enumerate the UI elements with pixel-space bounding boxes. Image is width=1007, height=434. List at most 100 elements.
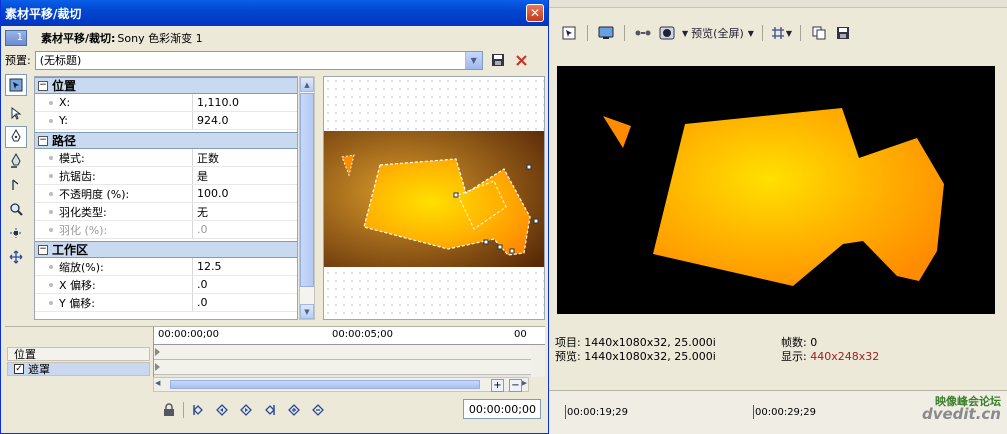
sync-cursor-button[interactable] xyxy=(159,400,179,420)
overlay-grid-icon[interactable]: ▼ xyxy=(771,23,792,43)
next-keyframe-button[interactable] xyxy=(236,400,256,420)
property-value[interactable]: .0 xyxy=(193,276,297,293)
category-path[interactable]: − 路径 xyxy=(35,132,297,149)
split-screen-icon[interactable] xyxy=(633,23,653,43)
preview-mode-dropdown[interactable]: ▼ 预览(全屏) ▼ xyxy=(681,23,754,43)
save-preset-button[interactable] xyxy=(489,51,507,69)
property-value[interactable]: 正数 xyxy=(193,149,297,166)
lock-icon xyxy=(164,403,174,416)
anchor-creation-tool[interactable] xyxy=(5,126,27,148)
scroll-down-icon[interactable]: ▼ xyxy=(300,304,314,319)
property-row-x-offset[interactable]: X 偏移: .0 xyxy=(35,276,297,294)
keyframe-tracks[interactable]: 00:00:00;00 00:00:05;00 00 xyxy=(153,327,545,377)
property-value[interactable]: 100.0 xyxy=(193,185,297,202)
close-button[interactable]: ✕ xyxy=(526,4,544,22)
category-position[interactable]: − 位置 xyxy=(35,77,297,94)
display-info: 显示: 440x248x32 xyxy=(781,350,879,364)
collapse-icon[interactable]: − xyxy=(38,244,48,255)
property-name: Y 偏移: xyxy=(35,294,193,311)
keyframe-vscroll[interactable] xyxy=(531,345,545,377)
category-workspace[interactable]: − 工作区 xyxy=(35,241,297,258)
property-value[interactable]: 是 xyxy=(193,167,297,184)
watermark: 映像峰会论坛 dvedit.cn xyxy=(922,395,1001,422)
title-bar[interactable]: 素材平移/裁切 xyxy=(1,0,548,26)
property-row-mode[interactable]: 模式: 正数 xyxy=(35,149,297,167)
track-label-position[interactable]: 位置 xyxy=(7,347,150,361)
show-properties-tool[interactable] xyxy=(5,74,27,96)
event-name: Sony 色彩渐变 1 xyxy=(117,32,203,45)
video-preview-window: ▼ 预览(全屏) ▼ ▼ 项目: 1440x1080x32, 25.000i 预… xyxy=(549,0,1007,434)
event-number-badge[interactable]: 1 xyxy=(5,30,27,46)
property-value[interactable]: 924.0 xyxy=(193,112,297,129)
delete-keyframe-button[interactable] xyxy=(308,400,328,420)
mask-enable-checkbox[interactable]: ✓ xyxy=(14,364,24,374)
property-value[interactable]: 12.5 xyxy=(193,258,297,275)
add-keyframe-button[interactable] xyxy=(284,400,304,420)
enable-snapping-tool[interactable] xyxy=(5,222,27,244)
track-label-mask[interactable]: ✓ 遮罩 xyxy=(7,362,150,376)
scroll-left-icon[interactable]: ◀ xyxy=(155,379,160,387)
copy-snapshot-icon[interactable] xyxy=(809,23,829,43)
main-timeline-ruler[interactable]: 00:00:19;29 00:00:29;29 映像峰会论坛 dvedit.cn xyxy=(549,390,1007,434)
ruler-label: 00:00:00;00 xyxy=(158,329,220,340)
category-label: 路径 xyxy=(52,134,77,148)
keyframe-ruler[interactable]: 00:00:00;00 00:00:05;00 00 xyxy=(154,327,545,345)
external-monitor-icon[interactable] xyxy=(596,23,616,43)
cursor-time-value: 00:00:00;00 xyxy=(468,402,536,416)
property-row-feather: 羽化 (%): .0 xyxy=(35,221,297,239)
last-keyframe-button[interactable] xyxy=(260,400,280,420)
collapse-icon[interactable]: − xyxy=(38,80,48,91)
mask-edit-canvas[interactable] xyxy=(323,76,545,320)
property-row-y[interactable]: Y: 924.0 xyxy=(35,112,297,130)
preset-value: (无标题) xyxy=(39,54,82,67)
preset-dropdown[interactable]: (无标题) ▼ xyxy=(34,50,483,70)
save-snapshot-icon[interactable] xyxy=(833,23,853,43)
first-keyframe-button[interactable] xyxy=(188,400,208,420)
zoom-tool[interactable] xyxy=(5,198,27,220)
ruler-label: 00 xyxy=(514,329,527,340)
keyframe-marker-icon[interactable] xyxy=(154,345,164,359)
collapse-icon[interactable]: − xyxy=(38,135,48,146)
property-name: 羽化类型: xyxy=(35,203,193,220)
scroll-thumb[interactable] xyxy=(300,93,314,287)
cursor-time-field[interactable]: 00:00:00;00 xyxy=(463,399,541,419)
keyframe-hscroll[interactable]: ◀ ▶ xyxy=(153,377,529,392)
toolbar-separator xyxy=(587,25,588,41)
delete-preset-button[interactable] xyxy=(513,51,531,69)
delete-keyframe-icon xyxy=(312,404,324,416)
property-value[interactable]: .0 xyxy=(193,294,297,311)
track-label-text: 遮罩 xyxy=(28,363,50,376)
snapping-icon xyxy=(10,228,22,238)
keyframe-track-labels: 位置 ✓ 遮罩 xyxy=(7,347,150,383)
property-value[interactable]: 1,110.0 xyxy=(193,94,297,111)
scroll-thumb[interactable] xyxy=(170,380,480,389)
toolbar-separator xyxy=(800,25,802,41)
zoom-out-button[interactable]: − xyxy=(509,379,522,392)
prev-keyframe-button[interactable] xyxy=(212,400,232,420)
keyframe-marker-icon[interactable] xyxy=(154,360,164,374)
property-row-antialias[interactable]: 抗锯齿: 是 xyxy=(35,167,297,185)
normal-edit-tool[interactable] xyxy=(5,102,27,124)
preview-quality-icon[interactable] xyxy=(657,23,677,43)
preview-masked-image xyxy=(603,108,944,286)
split-tangent-icon xyxy=(12,179,19,190)
property-grid-scrollbar[interactable]: ▲ ▼ xyxy=(299,76,315,320)
split-tangent-tool[interactable] xyxy=(5,174,27,196)
property-row-feather-type[interactable]: 羽化类型: 无 xyxy=(35,203,297,221)
dialog-title: 素材平移/裁切 xyxy=(5,6,82,21)
zoom-in-button[interactable]: + xyxy=(491,379,504,392)
chevron-down-icon[interactable]: ▼ xyxy=(464,51,482,69)
move-freely-tool[interactable] xyxy=(5,246,27,268)
scroll-up-icon[interactable]: ▲ xyxy=(300,77,314,92)
keyframe-track-position[interactable] xyxy=(154,345,545,360)
property-value[interactable]: 无 xyxy=(193,203,297,220)
properties-icon[interactable] xyxy=(559,23,579,43)
property-row-zoom[interactable]: 缩放(%): 12.5 xyxy=(35,258,297,276)
property-row-opacity[interactable]: 不透明度 (%): 100.0 xyxy=(35,185,297,203)
property-row-y-offset[interactable]: Y 偏移: .0 xyxy=(35,294,297,312)
keyframe-track-mask[interactable] xyxy=(154,360,545,375)
scroll-right-icon[interactable]: ▶ xyxy=(522,379,527,387)
anchor-deletion-tool[interactable] xyxy=(5,150,27,172)
property-name: 缩放(%): xyxy=(35,258,193,275)
property-row-x[interactable]: X: 1,110.0 xyxy=(35,94,297,112)
